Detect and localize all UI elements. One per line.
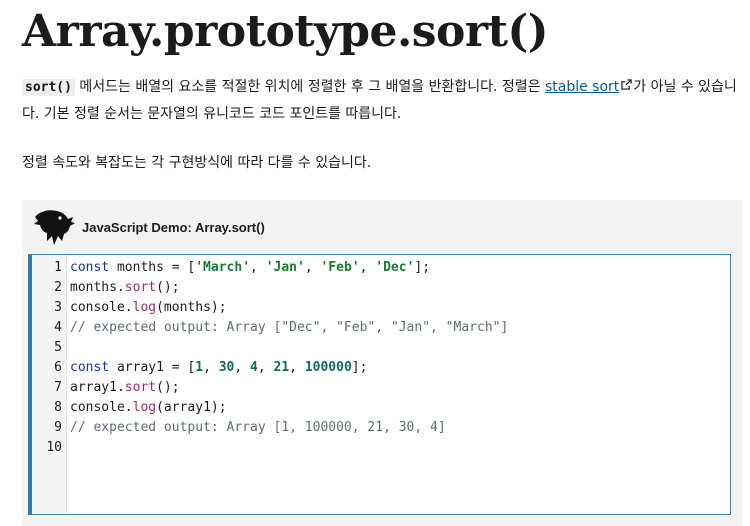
external-link-icon [621, 79, 632, 90]
code-text: array1.sort(); [70, 378, 180, 398]
dinosaur-logo-icon [34, 210, 75, 245]
code-text: console.log(months); [70, 298, 227, 318]
line-number: 5 [54, 340, 62, 355]
code-line[interactable]: 8 console.log(array1); [32, 398, 730, 418]
code-token: , [289, 360, 305, 375]
demo-header: JavaScript Demo: Array.sort() [30, 206, 730, 252]
code-text: // expected output: Array ["Dec", "Feb",… [70, 318, 508, 338]
code-line[interactable]: 5 [32, 338, 730, 358]
code-line[interactable]: 9 // expected output: Array [1, 100000, 2… [32, 418, 730, 438]
code-token: sort [124, 380, 157, 395]
code-token: months = [ [109, 260, 196, 275]
code-line[interactable]: 7 array1.sort(); [32, 378, 730, 398]
line-number: 1 [54, 260, 62, 275]
code-token: // expected output: Array ["Dec", "Feb",… [70, 320, 509, 335]
code-token: sort [124, 280, 157, 295]
code-token: array1 = [ [109, 360, 196, 375]
code-line[interactable]: 6 const array1 = [1, 30, 4, 21, 100000]; [32, 358, 730, 378]
code-token: (array1); [156, 400, 227, 415]
code-lines: 1 const months = ['March', 'Jan', 'Feb', … [32, 258, 730, 458]
code-text: const months = ['March', 'Jan', 'Feb', '… [70, 258, 430, 278]
line-number: 8 [54, 400, 62, 415]
code-line[interactable]: 1 const months = ['March', 'Jan', 'Feb', … [32, 258, 730, 278]
code-editor[interactable]: 1 const months = ['March', 'Jan', 'Feb', … [28, 254, 731, 515]
code-line[interactable]: 2 months.sort(); [32, 278, 730, 298]
code-token: console. [70, 300, 133, 315]
code-token: , [250, 260, 266, 275]
line-number: 9 [54, 420, 62, 435]
line-number: 4 [54, 320, 62, 335]
line-number: 2 [54, 280, 62, 295]
code-token: months. [70, 280, 125, 295]
code-token: 30 [218, 360, 235, 375]
code-token: 'Jan' [265, 260, 305, 275]
code-token: 'Dec' [375, 260, 415, 275]
line-number: 10 [46, 440, 62, 455]
page: Array.prototype.sort() sort() 메서드는 배열의 요… [0, 0, 750, 526]
code-token: , [203, 360, 219, 375]
line-number: 6 [54, 360, 62, 375]
interactive-example: JavaScript Demo: Array.sort() 1 const mon… [22, 200, 742, 526]
code-token: (months); [156, 300, 227, 315]
line-number: 7 [54, 380, 62, 395]
code-token: // expected output: Array [1, 100000, 21… [70, 420, 446, 435]
code-token: const [70, 260, 110, 275]
code-text: const array1 = [1, 30, 4, 21, 100000]; [70, 358, 367, 378]
note-paragraph: 정렬 속도와 복잡도는 각 구현방식에 따라 다를 수 있습니다. [22, 155, 372, 171]
code-line[interactable]: 10 [32, 438, 730, 458]
code-token: , [234, 360, 251, 375]
code-token: 1 [195, 360, 204, 375]
code-token: (); [156, 380, 180, 395]
code-token: const [70, 360, 110, 375]
code-token: 100000 [304, 360, 352, 375]
code-text: months.sort(); [70, 278, 180, 298]
code-token: array1. [70, 380, 125, 395]
code-line[interactable]: 3 console.log(months); [32, 298, 730, 318]
code-token: , [257, 360, 274, 375]
code-token: , [359, 260, 376, 275]
code-token: log [132, 300, 157, 315]
code-token: 4 [250, 360, 258, 375]
code-token: log [132, 400, 157, 415]
inline-code-sort: sort() [22, 79, 75, 96]
demo-title: JavaScript Demo: Array.sort() [82, 220, 265, 235]
code-token: ]; [414, 260, 431, 275]
code-token: , [304, 260, 321, 275]
code-token: ]; [351, 360, 368, 375]
code-token: 'Feb' [320, 260, 360, 275]
code-text: console.log(array1); [70, 398, 227, 418]
code-token: 21 [273, 360, 290, 375]
stable-sort-link[interactable]: stable sort [545, 79, 619, 95]
code-token: console. [70, 400, 133, 415]
code-line[interactable]: 4 // expected output: Array ["Dec", "Feb"… [32, 318, 730, 338]
intro-paragraph: sort() 메서드는 배열의 요소를 적절한 위치에 정렬한 후 그 배열을 … [22, 74, 747, 128]
page-title: Array.prototype.sort() [22, 6, 549, 57]
code-text: // expected output: Array [1, 100000, 21… [70, 418, 446, 438]
line-number: 3 [54, 300, 62, 315]
intro-text-before-link: 메서드는 배열의 요소를 적절한 위치에 정렬한 후 그 배열을 반환합니다. … [74, 79, 545, 95]
code-token: (); [156, 280, 180, 295]
code-token: 'March' [195, 260, 251, 275]
